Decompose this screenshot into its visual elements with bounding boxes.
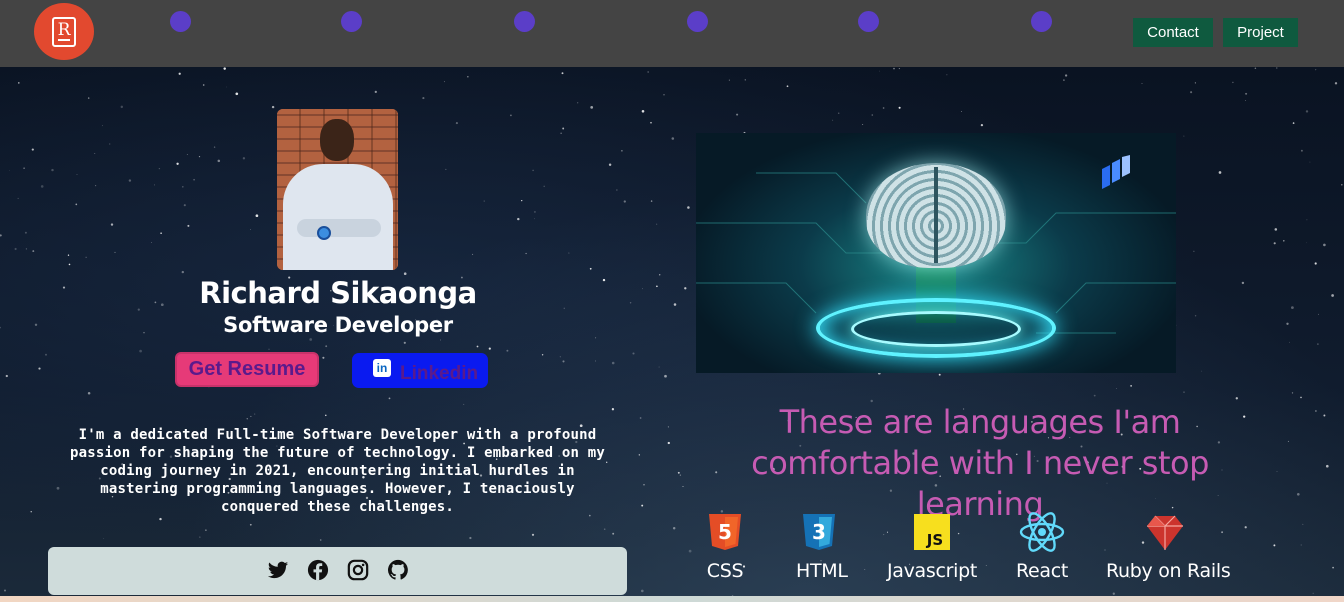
ai-brain-image	[696, 133, 1176, 373]
profile-name: Richard Sikaonga	[199, 276, 477, 310]
svg-text:3: 3	[812, 520, 826, 544]
css3-icon: 3	[803, 514, 835, 550]
skill-html: 3 HTML	[796, 512, 848, 582]
twitter-icon[interactable]	[267, 559, 289, 581]
brand-logo-icon	[1102, 155, 1130, 189]
nav-dot	[687, 11, 708, 32]
instagram-icon[interactable]	[347, 559, 369, 581]
get-resume-button[interactable]: Get Resume	[175, 352, 319, 387]
skill-label: HTML	[796, 560, 848, 582]
linkedin-label: Linkedin	[400, 363, 479, 384]
nav-dot	[858, 11, 879, 32]
skill-css: 5 CSS	[703, 512, 747, 582]
bio-text: I'm a dedicated Full-time Software Devel…	[70, 427, 605, 515]
profile-role: Software Developer	[223, 313, 453, 337]
nav-dot	[170, 11, 191, 32]
linkedin-button[interactable]: in Linkedin	[352, 353, 488, 388]
js-icon: JS	[914, 514, 950, 550]
site-logo[interactable]: R	[34, 3, 94, 60]
github-icon[interactable]	[387, 559, 409, 581]
brain-icon	[866, 163, 1006, 268]
languages-headline: These are languages I'am comfortable wit…	[751, 403, 1209, 523]
social-bar	[48, 547, 627, 595]
nav-dot	[514, 11, 535, 32]
skill-label: React	[1015, 560, 1069, 582]
svg-text:JS: JS	[926, 531, 943, 549]
facebook-icon[interactable]	[307, 559, 329, 581]
skill-label: CSS	[706, 560, 744, 582]
skill-ruby-on-rails: Ruby on Rails	[1106, 512, 1231, 582]
svg-text:5: 5	[718, 520, 732, 544]
project-button[interactable]: Project	[1223, 18, 1298, 47]
html5-icon: 5	[709, 514, 741, 550]
nav-dot	[341, 11, 362, 32]
skill-label: Javascript	[886, 560, 978, 582]
profile-photo	[277, 109, 398, 270]
contact-button[interactable]: Contact	[1133, 18, 1213, 47]
logo-letter: R	[52, 16, 76, 47]
skill-react: React	[1014, 512, 1070, 582]
skill-javascript: JS Javascript	[886, 512, 978, 582]
bottom-strip	[0, 596, 1344, 602]
linkedin-icon: in	[373, 359, 391, 377]
skill-label: Ruby on Rails	[1106, 560, 1231, 582]
nav-dot	[1031, 11, 1052, 32]
top-navbar: R Contact Project	[0, 0, 1344, 67]
ruby-icon	[1147, 515, 1183, 550]
react-icon	[1019, 512, 1065, 552]
